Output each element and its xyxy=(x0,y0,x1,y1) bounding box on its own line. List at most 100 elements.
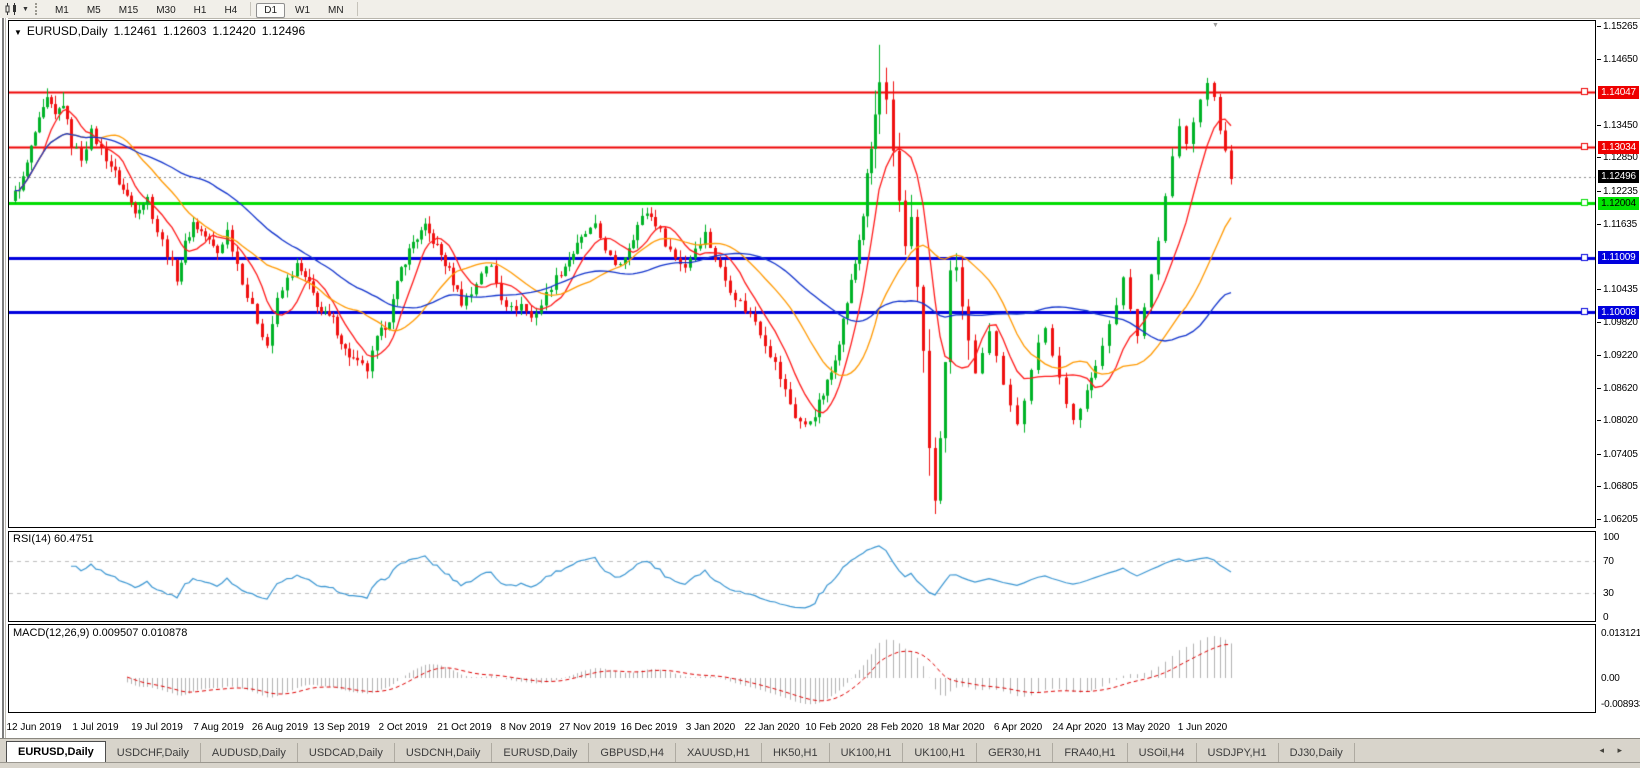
price-tick xyxy=(1597,322,1601,323)
chart-tab-bar: ◂ ▸ EURUSD,Daily USDCHF,Daily AUDUSD,Daily… xyxy=(0,738,1640,763)
timeframe-button-m15[interactable]: M15 xyxy=(111,3,146,18)
toolbar-drag-handle[interactable] xyxy=(34,3,40,15)
candlestick-chart-icon[interactable] xyxy=(4,2,20,16)
price-tick xyxy=(1597,486,1601,487)
ohlc-high: 1.12603 xyxy=(163,24,207,38)
price-tick xyxy=(1597,289,1601,290)
chart-tab-eurusd-daily[interactable]: EURUSD,Daily xyxy=(6,741,106,763)
price-level-badge: 1.11009 xyxy=(1598,251,1639,264)
price-tick xyxy=(1597,355,1601,356)
ohlc-low: 1.12420 xyxy=(212,24,256,38)
price-level-badge: 1.12496 xyxy=(1598,170,1639,183)
date-tick-label: 22 Jan 2020 xyxy=(744,722,800,733)
macd-signal-value: 0.010878 xyxy=(141,627,188,639)
date-tick-label: 13 Sep 2019 xyxy=(313,722,370,733)
toolbar-separator xyxy=(356,2,358,16)
date-tick-label: 13 May 2020 xyxy=(1112,722,1170,733)
price-tick-label: 1.12235 xyxy=(1603,186,1638,197)
timeframe-button-mn[interactable]: MN xyxy=(320,3,352,18)
macd-label: MACD(12,26,9) 0.009507 0.010878 xyxy=(13,627,188,639)
price-tick xyxy=(1597,125,1601,126)
price-tick xyxy=(1597,519,1601,520)
timeframe-group: M1 M5 M15 M30 H1 H4 xyxy=(46,0,246,18)
chart-tab-dj30-daily[interactable]: DJ30,Daily xyxy=(1279,743,1355,763)
chevron-down-icon[interactable]: ▼ xyxy=(22,6,29,13)
macd-axis-label: 0.00 xyxy=(1601,673,1620,684)
price-tick-label: 1.14650 xyxy=(1603,54,1638,65)
date-tick-label: 24 Apr 2020 xyxy=(1052,722,1107,733)
rsi-axis-label: 70 xyxy=(1603,556,1614,567)
price-tick xyxy=(1597,224,1601,225)
date-tick-label: 16 Dec 2019 xyxy=(620,722,678,733)
toolbar-separator xyxy=(250,2,252,16)
chart-tab-gbpusd-h4[interactable]: GBPUSD,H4 xyxy=(589,743,676,763)
chart-tab-xauusd-h1[interactable]: XAUUSD,H1 xyxy=(676,743,762,763)
rsi-value: 60.4751 xyxy=(53,533,94,545)
rsi-axis-label: 30 xyxy=(1603,588,1614,599)
chart-symbol-label: EURUSD,Daily xyxy=(26,24,108,38)
date-tick-label: 28 Feb 2020 xyxy=(866,722,924,733)
price-level-badge: 1.12004 xyxy=(1598,197,1639,210)
macd-pane xyxy=(8,624,1596,713)
chart-tab-usoil-h4[interactable]: USOil,H4 xyxy=(1128,743,1197,763)
date-tick-label: 6 Apr 2020 xyxy=(993,722,1043,733)
timeframe-button-d1[interactable]: D1 xyxy=(256,3,286,18)
timeframe-button-m30[interactable]: M30 xyxy=(148,3,183,18)
date-tick-label: 19 Jul 2019 xyxy=(131,722,183,733)
chart-menu-icon[interactable]: ▼ xyxy=(14,28,22,37)
timeframe-button-h4[interactable]: H4 xyxy=(216,3,245,18)
chart-tab-ger30-h1[interactable]: GER30,H1 xyxy=(977,743,1054,763)
price-level-badge: 1.10008 xyxy=(1598,306,1639,319)
chart-tab-fra40-h1[interactable]: FRA40,H1 xyxy=(1053,743,1128,763)
price-tick-label: 1.07405 xyxy=(1603,449,1638,460)
price-tick xyxy=(1597,26,1601,27)
chart-tab-usdjpy-h1[interactable]: USDJPY,H1 xyxy=(1197,743,1279,763)
tab-scroll-right[interactable]: ▸ xyxy=(1617,745,1622,756)
price-tick-label: 1.09220 xyxy=(1603,350,1638,361)
chart-tab-uk100-h1[interactable]: UK100,H1 xyxy=(903,743,978,763)
date-tick-label: 3 Jan 2020 xyxy=(685,722,736,733)
rsi-pane xyxy=(8,531,1596,622)
chart-tab-uk100-h1[interactable]: UK100,H1 xyxy=(830,743,904,763)
date-tick-label: 2 Oct 2019 xyxy=(378,722,428,733)
date-tick-label: 10 Feb 2020 xyxy=(805,722,862,733)
rsi-axis-label: 0 xyxy=(1603,612,1609,623)
chart-tab-usdcnh-daily[interactable]: USDCNH,Daily xyxy=(395,743,493,763)
price-tick-label: 1.06805 xyxy=(1603,481,1638,492)
chart-title: ▼ EURUSD,Daily 1.12461 1.12603 1.12420 1.1249… xyxy=(14,24,305,38)
main-chart-canvas[interactable] xyxy=(9,21,1595,527)
chart-tab-usdcad-daily[interactable]: USDCAD,Daily xyxy=(298,743,395,763)
status-strip xyxy=(0,762,1640,768)
chart-tab-eurusd-daily[interactable]: EURUSD,Daily xyxy=(492,743,590,763)
rsi-label: RSI(14) 60.4751 xyxy=(13,533,94,545)
macd-main-value: 0.009507 xyxy=(92,627,139,639)
date-tick-label: 8 Nov 2019 xyxy=(500,722,552,733)
chart-tab-usdchf-daily[interactable]: USDCHF,Daily xyxy=(106,743,201,763)
date-tick-label: 27 Nov 2019 xyxy=(559,722,616,733)
macd-canvas[interactable] xyxy=(9,625,1595,712)
price-chart-pane xyxy=(8,20,1596,528)
date-tick-label: 21 Oct 2019 xyxy=(437,722,492,733)
price-tick-label: 1.10435 xyxy=(1603,284,1638,295)
price-tick-label: 1.11635 xyxy=(1603,219,1638,230)
timeframe-button-m1[interactable]: M1 xyxy=(47,3,77,18)
timeframe-button-w1[interactable]: W1 xyxy=(287,3,318,18)
timeframe-button-m5[interactable]: M5 xyxy=(79,3,109,18)
timeframe-toolbar: ▼ M1 M5 M15 M30 H1 H4 D1 W1 MN xyxy=(0,0,1640,19)
chart-shift-marker[interactable]: ▼ xyxy=(1212,22,1219,29)
price-tick xyxy=(1597,59,1601,60)
timeframe-button-h1[interactable]: H1 xyxy=(186,3,215,18)
price-tick-label: 1.15265 xyxy=(1603,21,1638,32)
rsi-canvas[interactable] xyxy=(9,532,1595,621)
price-tick xyxy=(1597,388,1601,389)
window-left-border xyxy=(0,18,8,768)
rsi-axis-label: 100 xyxy=(1603,532,1620,543)
chart-tab-hk50-h1[interactable]: HK50,H1 xyxy=(762,743,830,763)
tab-scroll-left[interactable]: ◂ xyxy=(1599,745,1604,756)
price-tick xyxy=(1597,454,1601,455)
price-tick xyxy=(1597,420,1601,421)
price-tick xyxy=(1597,191,1601,192)
chart-tab-audusd-daily[interactable]: AUDUSD,Daily xyxy=(201,743,298,763)
price-level-badge: 1.14047 xyxy=(1598,86,1639,99)
date-tick-label: 1 Jun 2020 xyxy=(1177,722,1228,733)
